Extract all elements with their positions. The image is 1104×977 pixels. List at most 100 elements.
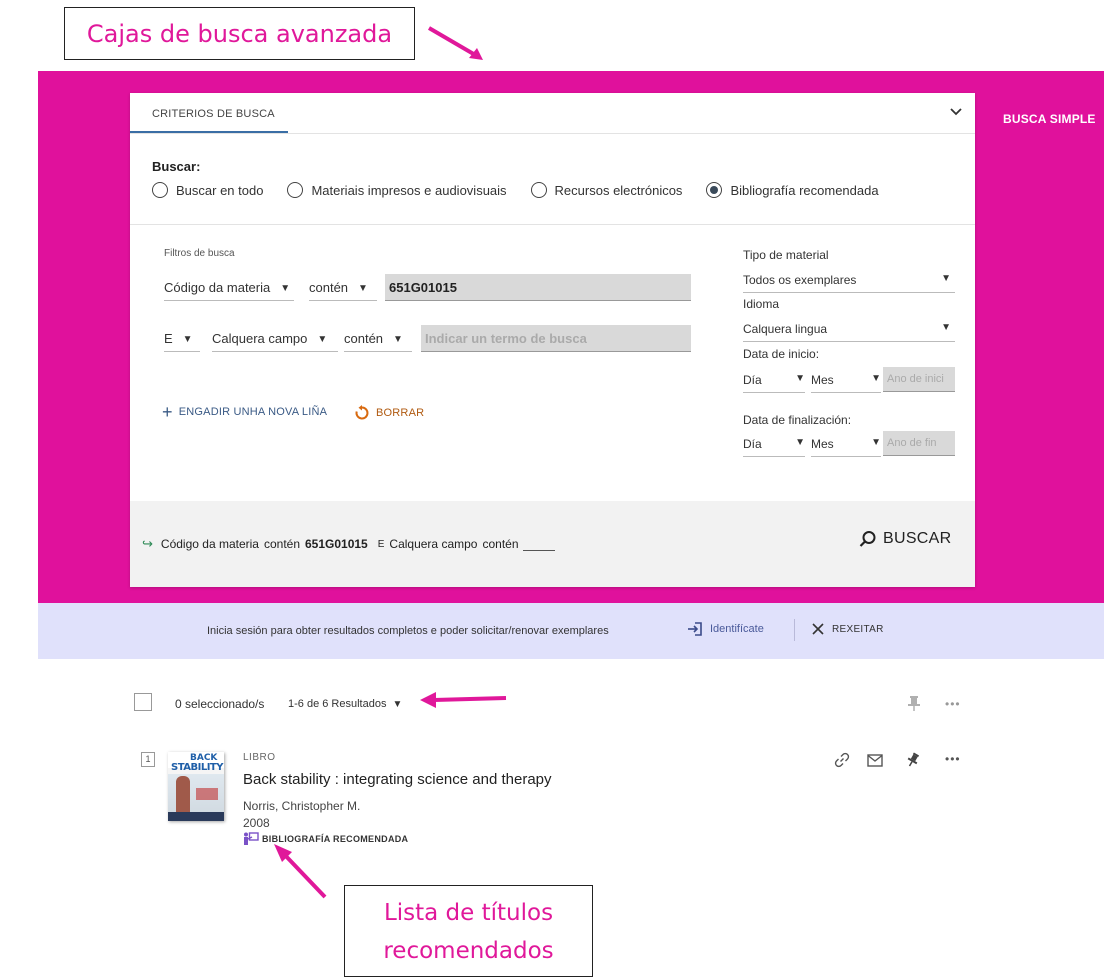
summary-blank bbox=[522, 538, 555, 551]
login-message: Inicia sesión para obter resultados comp… bbox=[207, 625, 609, 637]
select-value: E bbox=[164, 331, 173, 346]
query-summary-bar: ↪ Código da materia contén 651G01015 E C… bbox=[130, 501, 975, 587]
start-month-select[interactable]: Mes ▼ bbox=[811, 373, 881, 393]
summary-operator: contén bbox=[263, 537, 300, 551]
caret-down-icon: ▼ bbox=[941, 322, 951, 333]
scope-radio-all[interactable]: Buscar en todo bbox=[152, 182, 263, 198]
simple-search-link[interactable]: BUSCA SIMPLE bbox=[1003, 112, 1096, 126]
result-type: LIBRO bbox=[243, 752, 276, 763]
select-value: Día bbox=[743, 373, 762, 387]
radio-label: Bibliografía recomendada bbox=[730, 182, 879, 198]
result-index: 1 bbox=[141, 752, 155, 767]
annotation-recommended-list: Lista de títulos recomendados bbox=[344, 885, 593, 977]
row2-field-select[interactable]: Calquera campo ▼ bbox=[212, 331, 338, 352]
end-month-select[interactable]: Mes ▼ bbox=[811, 437, 881, 457]
result-title-link[interactable]: Back stability : integrating science and… bbox=[243, 771, 552, 788]
search-icon bbox=[859, 531, 876, 547]
row1-search-input[interactable]: 651G01015 bbox=[385, 274, 691, 301]
plus-icon: + bbox=[162, 402, 173, 422]
select-value: Calquera campo bbox=[212, 331, 308, 346]
start-year-input[interactable]: Ano de inici bbox=[883, 367, 955, 392]
select-value: Mes bbox=[811, 373, 834, 387]
radio-selected-icon bbox=[706, 182, 723, 198]
start-date-label: Data de inicio: bbox=[743, 347, 820, 361]
annotation-arrow-icon bbox=[420, 692, 507, 708]
add-line-label: ENGADIR UNHA NOVA LIÑA bbox=[178, 406, 328, 418]
end-date-label: Data de finalización: bbox=[743, 413, 852, 427]
advanced-search-card: CRITERIOS DE BUSCA Buscar: Buscar en tod… bbox=[130, 93, 975, 587]
close-icon bbox=[812, 623, 824, 635]
caret-down-icon: ▼ bbox=[871, 373, 881, 384]
summary-field: Código da materia bbox=[160, 537, 259, 551]
add-line-button[interactable]: + ENGADIR UNHA NOVA LIÑA bbox=[162, 402, 328, 422]
caret-down-icon: ▼ bbox=[871, 437, 881, 448]
radio-label: Materiais impresos e audiovisuais bbox=[311, 182, 507, 198]
chevron-down-icon[interactable] bbox=[949, 105, 963, 119]
scope-radio-recommended[interactable]: Bibliografía recomendada bbox=[706, 182, 879, 198]
select-value: Día bbox=[743, 437, 762, 451]
scope-radio-electronic[interactable]: Recursos electrónicos bbox=[530, 182, 683, 198]
query-summary: ↪ Código da materia contén 651G01015 E C… bbox=[142, 536, 555, 552]
row2-operator-select[interactable]: contén ▼ bbox=[344, 331, 412, 352]
summary-operator: contén bbox=[482, 537, 519, 551]
caret-down-icon: ▼ bbox=[182, 334, 193, 345]
tab-search-criteria[interactable]: CRITERIOS DE BUSCA bbox=[152, 108, 275, 120]
scope-radio-print[interactable]: Materiais impresos e audiovisuais bbox=[287, 182, 507, 198]
search-button[interactable]: BUSCAR bbox=[859, 530, 951, 548]
radio-label: Recursos electrónicos bbox=[554, 182, 683, 198]
more-options-icon[interactable]: ••• bbox=[945, 752, 961, 766]
annotation-arrow-icon bbox=[274, 844, 327, 899]
caret-down-icon: ▼ bbox=[358, 283, 368, 294]
select-value: Código da materia bbox=[164, 280, 271, 295]
select-value: Calquera lingua bbox=[743, 322, 828, 336]
scope-radio-group: Buscar en todo Materiais impresos e audi… bbox=[152, 182, 903, 198]
row1-operator-select[interactable]: contén ▼ bbox=[309, 280, 377, 301]
select-all-checkbox[interactable] bbox=[134, 693, 152, 711]
pin-icon[interactable] bbox=[906, 752, 920, 768]
clear-button[interactable]: BORRAR bbox=[354, 405, 424, 421]
caret-down-icon: ▼ bbox=[280, 283, 291, 294]
row2-search-input[interactable]: Indicar un termo de busca bbox=[421, 325, 691, 352]
login-banner: Inicia sesión para obter resultados comp… bbox=[38, 603, 1104, 659]
sign-in-icon bbox=[688, 622, 702, 636]
caret-down-icon: ▼ bbox=[393, 334, 403, 345]
select-value: contén bbox=[309, 280, 349, 295]
annotation-advanced-search: Cajas de busca avanzada bbox=[64, 7, 415, 60]
caret-down-icon: ▼ bbox=[317, 334, 328, 345]
result-year: 2008 bbox=[243, 816, 270, 830]
cover-text: STABILITY bbox=[171, 762, 223, 773]
caret-down-icon: ▼ bbox=[392, 699, 403, 710]
select-value: Todos os exemplares bbox=[743, 273, 857, 287]
radio-icon bbox=[152, 182, 168, 198]
language-label: Idioma bbox=[743, 297, 780, 311]
results-count-dropdown[interactable]: 1-6 de 6 Resultados ▼ bbox=[288, 698, 402, 710]
end-day-select[interactable]: Día ▼ bbox=[743, 437, 805, 457]
search-button-label: BUSCAR bbox=[883, 530, 952, 547]
summary-value: 651G01015 bbox=[305, 537, 368, 551]
language-select[interactable]: Calquera lingua ▼ bbox=[743, 322, 955, 342]
start-day-select[interactable]: Día ▼ bbox=[743, 373, 805, 393]
divider bbox=[794, 619, 795, 641]
caret-down-icon: ▼ bbox=[795, 437, 805, 448]
book-cover-thumbnail[interactable]: BACK STABILITY bbox=[168, 752, 224, 821]
results-count-label: 1-6 de 6 Resultados bbox=[288, 698, 387, 710]
dismiss-button[interactable]: REXEITAR bbox=[812, 623, 884, 635]
link-icon[interactable] bbox=[834, 752, 850, 768]
divider bbox=[130, 133, 975, 134]
material-type-select[interactable]: Todos os exemplares ▼ bbox=[743, 273, 955, 293]
annotation-arrow-icon bbox=[427, 26, 483, 60]
more-options-icon[interactable]: ••• bbox=[945, 697, 961, 711]
pin-icon[interactable] bbox=[907, 695, 921, 711]
row1-field-select[interactable]: Código da materia ▼ bbox=[164, 280, 294, 301]
filters-label: Filtros de busca bbox=[164, 248, 235, 259]
row2-boolean-select[interactable]: E ▼ bbox=[164, 331, 200, 352]
material-type-label: Tipo de material bbox=[743, 248, 829, 262]
summary-field: Calquera campo bbox=[389, 537, 478, 551]
identify-link[interactable]: Identifícate bbox=[687, 621, 764, 637]
result-author: Norris, Christopher M. bbox=[243, 799, 361, 813]
end-year-input[interactable]: Ano de fin bbox=[883, 431, 955, 456]
presentation-icon bbox=[244, 832, 259, 845]
scope-label: Buscar: bbox=[152, 159, 201, 174]
email-icon[interactable] bbox=[867, 754, 883, 767]
radio-icon bbox=[287, 182, 304, 198]
